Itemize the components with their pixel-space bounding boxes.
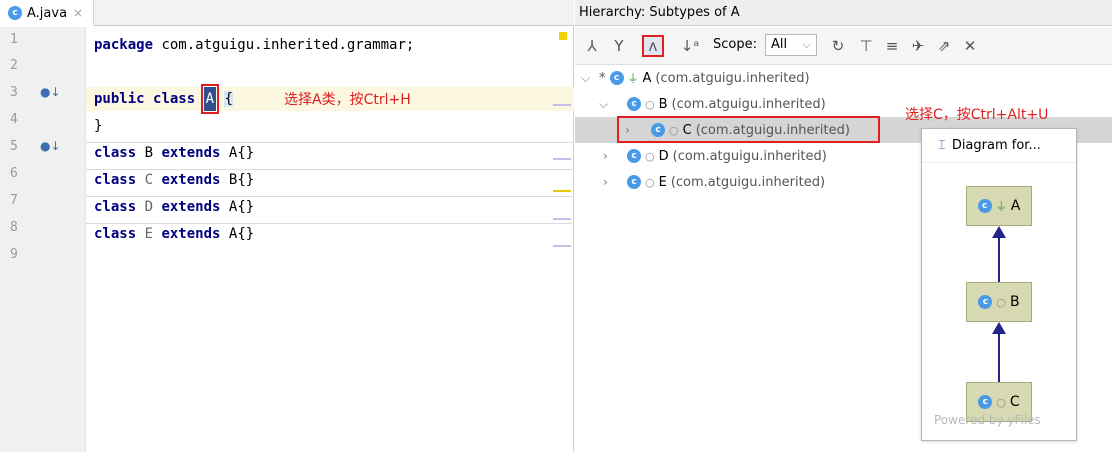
supertypes-icon[interactable]: Y [608,35,630,57]
line-number: 6 [10,166,18,181]
code-line-8: class E extends A{} [94,226,255,242]
line-number: 7 [10,193,18,208]
implemented-marker-icon[interactable]: ●↓ [40,85,61,99]
inheritance-line [998,238,1000,282]
line-number: 8 [10,220,18,235]
chevron-down-icon[interactable]: ⌵ [581,71,590,86]
tree-item-a[interactable]: ⌵ * c ⏚ A (com.atguigu.inherited) [575,65,1112,91]
line-number: 3 [10,85,18,100]
error-stripe-mark[interactable] [553,104,571,106]
class-icon: c [978,295,993,309]
collapse-all-icon[interactable]: ≡ [881,35,903,57]
package-private-icon: ○ [645,97,655,111]
error-stripe-mark[interactable] [553,190,571,192]
scope-select[interactable]: All ⌵ [765,34,817,56]
star-icon: * [599,70,606,86]
annotation-ctrl-alt-u: 选择C，按Ctrl+Alt+U [905,107,1049,123]
error-stripe-mark[interactable] [553,158,571,160]
annotation-ctrl-h: 选择A类，按Ctrl+H [284,92,411,108]
class-icon: c [977,199,992,213]
line-number: 5 [10,139,18,154]
inheritance-arrow [992,226,1006,238]
class-icon: c [609,71,624,85]
class-icon: c [627,149,641,163]
subtypes-icon[interactable]: ᴧ [642,35,664,57]
tab-label: A.java [27,5,68,21]
code-line-6: class C extends B{} [94,172,255,188]
editor-tab-bar: c A.java × [0,0,574,26]
line-number: 1 [10,32,18,47]
code-line-4: } [94,118,103,134]
chevron-right-icon[interactable]: › [603,175,608,189]
diagram-title-bar[interactable]: ⌶ Diagram for... [922,129,1076,163]
public-icon: ⏚ [995,200,1007,213]
class-icon: c [627,175,641,189]
error-stripe-mark[interactable] [553,218,571,220]
code-editor: c A.java × 1 2 3 ●↓ 4 5 ●↓ 6 7 8 9 packa… [0,0,574,452]
close-icon[interactable]: × [73,6,83,20]
watermark: Powered by yFiles [934,413,1041,427]
class-icon: c [627,97,641,111]
error-stripe-mark[interactable] [553,245,571,247]
package-private-icon: ○ [996,395,1006,409]
line-gutter: 1 2 3 ●↓ 4 5 ●↓ 6 7 8 9 [0,27,86,452]
implemented-marker-icon[interactable]: ●↓ [40,139,61,153]
package-private-icon: ○ [645,175,655,189]
inheritance-arrow [992,322,1006,334]
refresh-icon[interactable]: ↻ [827,35,849,57]
class-icon: c [8,6,22,20]
diagram-node-b[interactable]: c ○ B [966,282,1032,322]
diagram-icon: ⌶ [938,138,946,153]
class-icon: c [978,395,993,409]
selection-highlight-box [617,116,880,143]
class-hierarchy-icon[interactable]: ⅄ [581,35,603,57]
line-number: 9 [10,247,18,262]
inheritance-line [998,334,1000,382]
line-number: 2 [10,58,18,73]
chevron-down-icon: ⌵ [802,38,811,51]
code-line-7: class D extends A{} [94,199,255,215]
panel-title: Hierarchy: Subtypes of A [575,0,1112,26]
export-icon[interactable]: ⇗ [933,35,955,57]
code-line-1: package com.atguigu.inherited.grammar; [94,37,415,53]
hierarchy-toolbar: ⅄ Y ᴧ ↓ᵃ Scope: All ⌵ ↻ ⊤ ≡ ✈ ⇗ ✕ [575,27,1112,65]
hierarchy-panel: Hierarchy: Subtypes of A ⅄ Y ᴧ ↓ᵃ Scope:… [575,0,1112,452]
expand-all-icon[interactable]: ⊤ [855,35,877,57]
chevron-down-icon[interactable]: ⌵ [599,97,608,112]
package-private-icon: ○ [996,295,1006,309]
selected-class-a[interactable]: A [200,84,220,114]
analysis-status-icon[interactable] [559,32,567,40]
code-line-5: class B extends A{} [94,145,255,161]
public-icon: ⏚ [627,72,639,85]
pin-icon[interactable]: ✈ [907,35,929,57]
close-icon[interactable]: ✕ [959,35,981,57]
package-private-icon: ○ [645,149,655,163]
code-area[interactable]: package com.atguigu.inherited.grammar; p… [86,27,574,452]
diagram-node-a[interactable]: c ⏚ A [966,186,1032,226]
sort-alpha-icon[interactable]: ↓ᵃ [679,35,701,57]
tab-a-java[interactable]: c A.java × [0,0,95,26]
scope-label: Scope: [713,37,757,52]
code-line-3: public class A { [94,84,233,114]
diagram-popup[interactable]: ⌶ Diagram for... c ⏚ A c ○ B c ○ C Power… [921,128,1077,441]
chevron-right-icon[interactable]: › [603,149,608,163]
line-number: 4 [10,112,18,127]
